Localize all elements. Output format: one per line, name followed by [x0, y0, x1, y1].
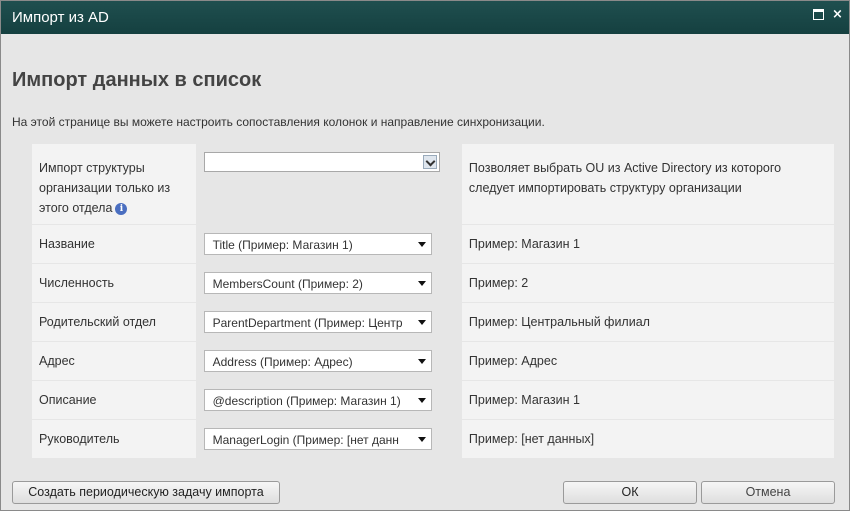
- org-label-line1: Импорт структуры: [39, 161, 145, 175]
- field-select-cell: ParentDepartment (Пример: Центр: [197, 303, 460, 341]
- org-unit-select[interactable]: [203, 152, 440, 172]
- close-icon[interactable]: ×: [832, 8, 843, 21]
- title-mapping-select[interactable]: Title (Пример: Магазин 1): [203, 233, 432, 255]
- maximize-icon[interactable]: [813, 9, 824, 20]
- field-select-cell: Address (Пример: Адрес): [197, 342, 460, 380]
- select-value: MembersCount (Пример: 2): [212, 277, 363, 291]
- parent-department-mapping-select[interactable]: ParentDepartment (Пример: Центр: [203, 311, 432, 333]
- select-value: ManagerLogin (Пример: [нет данн: [212, 433, 399, 447]
- title-bar: Импорт из AD ×: [1, 1, 849, 34]
- field-label: Описание: [32, 381, 196, 419]
- mapping-table: Импорт структуры организации только из э…: [32, 143, 834, 458]
- field-example: Пример: Магазин 1: [461, 381, 834, 419]
- field-label: Руководитель: [32, 420, 196, 458]
- members-count-mapping-select[interactable]: MembersCount (Пример: 2): [203, 272, 432, 294]
- field-label: Название: [32, 225, 196, 263]
- org-label-line3: этого отдела: [39, 201, 113, 215]
- dropdown-arrow-icon[interactable]: [417, 281, 426, 286]
- table-row: Родительский отдел ParentDepartment (При…: [32, 302, 834, 341]
- field-example: Пример: Адрес: [461, 342, 834, 380]
- import-dialog: Импорт из AD × Импорт данных в список На…: [0, 0, 850, 511]
- field-select-cell: MembersCount (Пример: 2): [197, 264, 460, 302]
- table-row: Название Title (Пример: Магазин 1) Приме…: [32, 224, 834, 263]
- field-example: Пример: 2: [461, 264, 834, 302]
- select-value: ParentDepartment (Пример: Центр: [212, 316, 403, 330]
- field-label: Адрес: [32, 342, 196, 380]
- field-label: Родительский отдел: [32, 303, 196, 341]
- dropdown-arrow-icon[interactable]: [417, 398, 426, 403]
- page-title: Импорт данных в список: [12, 69, 262, 91]
- dropdown-arrow-icon[interactable]: [417, 359, 426, 364]
- page-description: На этой странице вы можете настроить соп…: [12, 115, 545, 129]
- field-select-cell: Title (Пример: Магазин 1): [197, 225, 460, 263]
- field-label: Численность: [32, 264, 196, 302]
- address-mapping-select[interactable]: Address (Пример: Адрес): [203, 350, 432, 372]
- org-structure-label: Импорт структуры организации только из э…: [32, 144, 196, 224]
- info-icon[interactable]: i: [115, 202, 128, 215]
- dropdown-arrow-icon[interactable]: [417, 320, 426, 325]
- manager-mapping-select[interactable]: ManagerLogin (Пример: [нет данн: [203, 428, 432, 450]
- org-structure-row: Импорт структуры организации только из э…: [32, 143, 834, 224]
- create-periodic-task-button[interactable]: Создать периодическую задачу импорта: [12, 481, 280, 504]
- field-example: Пример: Центральный филиал: [461, 303, 834, 341]
- dropdown-arrow-icon[interactable]: [417, 437, 426, 442]
- table-row: Руководитель ManagerLogin (Пример: [нет …: [32, 419, 834, 458]
- dropdown-arrow-icon[interactable]: [417, 242, 426, 247]
- description-mapping-select[interactable]: @description (Пример: Магазин 1): [203, 389, 432, 411]
- ok-button[interactable]: ОК: [563, 481, 697, 504]
- field-example: Пример: Магазин 1: [461, 225, 834, 263]
- select-value: @description (Пример: Магазин 1): [212, 394, 401, 408]
- cancel-button[interactable]: Отмена: [701, 481, 835, 504]
- org-help-line1: Позволяет выбрать OU из Active Directory…: [468, 161, 782, 175]
- org-structure-select-cell: [197, 144, 460, 224]
- table-row: Описание @description (Пример: Магазин 1…: [32, 380, 834, 419]
- org-help-line2: следует импортировать структуру организа…: [468, 181, 742, 195]
- field-select-cell: ManagerLogin (Пример: [нет данн: [197, 420, 460, 458]
- select-value: Title (Пример: Магазин 1): [212, 238, 353, 252]
- field-select-cell: @description (Пример: Магазин 1): [197, 381, 460, 419]
- org-structure-help: Позволяет выбрать OU из Active Directory…: [461, 144, 834, 224]
- org-label-line2: организации только из: [39, 181, 171, 195]
- table-row: Адрес Address (Пример: Адрес) Пример: Ад…: [32, 341, 834, 380]
- window-title: Импорт из AD: [12, 9, 109, 26]
- chevron-down-icon[interactable]: [422, 155, 437, 169]
- table-row: Численность MembersCount (Пример: 2) При…: [32, 263, 834, 302]
- field-example: Пример: [нет данных]: [461, 420, 834, 458]
- select-value: Address (Пример: Адрес): [212, 355, 353, 369]
